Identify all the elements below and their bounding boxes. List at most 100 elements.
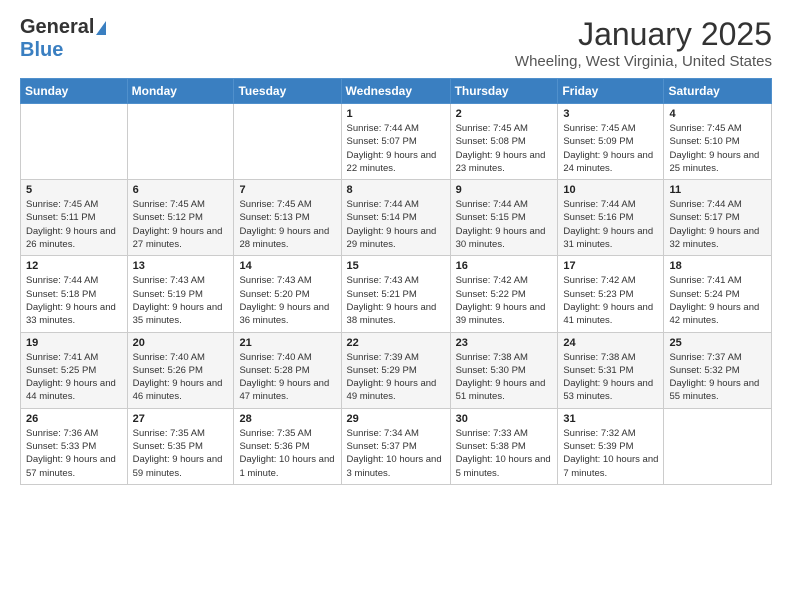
calendar-cell: 29 Sunrise: 7:34 AM Sunset: 5:37 PM Dayli… bbox=[341, 408, 450, 484]
weekday-header-wednesday: Wednesday bbox=[341, 79, 450, 104]
calendar-cell: 13 Sunrise: 7:43 AM Sunset: 5:19 PM Dayli… bbox=[127, 256, 234, 332]
day-info: Sunrise: 7:44 AM Sunset: 5:15 PM Dayligh… bbox=[456, 198, 553, 251]
day-number: 23 bbox=[456, 337, 553, 349]
logo-blue: Blue bbox=[20, 39, 63, 62]
day-info: Sunrise: 7:44 AM Sunset: 5:17 PM Dayligh… bbox=[669, 198, 766, 251]
weekday-header-row: SundayMondayTuesdayWednesdayThursdayFrid… bbox=[21, 79, 772, 104]
calendar-cell: 14Sunrise: 7:43 AM Sunset: 5:20 PM Dayli… bbox=[234, 256, 341, 332]
calendar-cell: 4Sunrise: 7:45 AM Sunset: 5:10 PM Daylig… bbox=[664, 104, 772, 180]
day-number: 31 bbox=[563, 413, 658, 425]
day-info: Sunrise: 7:42 AM Sunset: 5:23 PM Dayligh… bbox=[563, 274, 658, 327]
day-number: 11 bbox=[669, 184, 766, 196]
subtitle: Wheeling, West Virginia, United States bbox=[515, 53, 772, 70]
day-info: Sunrise: 7:32 AM Sunset: 5:39 PM Dayligh… bbox=[563, 427, 658, 480]
weekday-header-friday: Friday bbox=[558, 79, 664, 104]
calendar-cell: 24 Sunrise: 7:38 AM Sunset: 5:31 PM Dayli… bbox=[558, 332, 664, 408]
weekday-header-sunday: Sunday bbox=[21, 79, 128, 104]
calendar-cell bbox=[127, 104, 234, 180]
day-number: 5 bbox=[26, 184, 122, 196]
calendar-cell: 2 Sunrise: 7:45 AM Sunset: 5:08 PM Daylig… bbox=[450, 104, 558, 180]
header: General Blue January 2025 Wheeling, West… bbox=[20, 16, 772, 70]
day-info: Sunrise: 7:43 AM Sunset: 5:19 PM Dayligh… bbox=[133, 274, 229, 327]
day-number: 16 bbox=[456, 260, 553, 272]
day-info: Sunrise: 7:38 AM Sunset: 5:31 PM Dayligh… bbox=[563, 351, 658, 404]
calendar-cell: 1Sunrise: 7:44 AM Sunset: 5:07 PM Daylig… bbox=[341, 104, 450, 180]
week-row-4: 26Sunrise: 7:36 AM Sunset: 5:33 PM Dayli… bbox=[21, 408, 772, 484]
day-info: Sunrise: 7:45 AM Sunset: 5:13 PM Dayligh… bbox=[239, 198, 335, 251]
day-info: Sunrise: 7:45 AM Sunset: 5:12 PM Dayligh… bbox=[133, 198, 229, 251]
title-section: January 2025 Wheeling, West Virginia, Un… bbox=[515, 16, 772, 70]
day-number: 3 bbox=[563, 108, 658, 120]
day-number: 21 bbox=[239, 337, 335, 349]
calendar-cell: 30Sunrise: 7:33 AM Sunset: 5:38 PM Dayli… bbox=[450, 408, 558, 484]
logo: General Blue bbox=[20, 16, 106, 62]
day-number: 9 bbox=[456, 184, 553, 196]
calendar-cell: 10 Sunrise: 7:44 AM Sunset: 5:16 PM Dayli… bbox=[558, 180, 664, 256]
calendar-cell: 21Sunrise: 7:40 AM Sunset: 5:28 PM Dayli… bbox=[234, 332, 341, 408]
calendar-cell: 31 Sunrise: 7:32 AM Sunset: 5:39 PM Dayli… bbox=[558, 408, 664, 484]
main-title: January 2025 bbox=[515, 16, 772, 53]
logo-icon bbox=[96, 21, 106, 35]
day-info: Sunrise: 7:45 AM Sunset: 5:09 PM Dayligh… bbox=[563, 122, 658, 175]
day-number: 17 bbox=[563, 260, 658, 272]
calendar-cell: 20 Sunrise: 7:40 AM Sunset: 5:26 PM Dayli… bbox=[127, 332, 234, 408]
week-row-2: 12 Sunrise: 7:44 AM Sunset: 5:18 PM Dayli… bbox=[21, 256, 772, 332]
calendar-cell bbox=[21, 104, 128, 180]
day-info: Sunrise: 7:41 AM Sunset: 5:25 PM Dayligh… bbox=[26, 351, 122, 404]
day-number: 10 bbox=[563, 184, 658, 196]
logo-general: General bbox=[20, 16, 94, 39]
calendar-cell: 12 Sunrise: 7:44 AM Sunset: 5:18 PM Dayli… bbox=[21, 256, 128, 332]
day-number: 7 bbox=[239, 184, 335, 196]
day-info: Sunrise: 7:34 AM Sunset: 5:37 PM Dayligh… bbox=[347, 427, 445, 480]
calendar-cell: 5Sunrise: 7:45 AM Sunset: 5:11 PM Daylig… bbox=[21, 180, 128, 256]
day-number: 2 bbox=[456, 108, 553, 120]
week-row-1: 5Sunrise: 7:45 AM Sunset: 5:11 PM Daylig… bbox=[21, 180, 772, 256]
calendar-cell: 15Sunrise: 7:43 AM Sunset: 5:21 PM Dayli… bbox=[341, 256, 450, 332]
calendar-cell: 9 Sunrise: 7:44 AM Sunset: 5:15 PM Daylig… bbox=[450, 180, 558, 256]
day-number: 24 bbox=[563, 337, 658, 349]
calendar-cell bbox=[234, 104, 341, 180]
day-number: 19 bbox=[26, 337, 122, 349]
day-info: Sunrise: 7:39 AM Sunset: 5:29 PM Dayligh… bbox=[347, 351, 445, 404]
calendar: SundayMondayTuesdayWednesdayThursdayFrid… bbox=[20, 78, 772, 485]
weekday-header-monday: Monday bbox=[127, 79, 234, 104]
day-info: Sunrise: 7:35 AM Sunset: 5:36 PM Dayligh… bbox=[239, 427, 335, 480]
day-info: Sunrise: 7:45 AM Sunset: 5:08 PM Dayligh… bbox=[456, 122, 553, 175]
day-number: 22 bbox=[347, 337, 445, 349]
day-number: 6 bbox=[133, 184, 229, 196]
day-info: Sunrise: 7:44 AM Sunset: 5:16 PM Dayligh… bbox=[563, 198, 658, 251]
day-number: 28 bbox=[239, 413, 335, 425]
day-number: 20 bbox=[133, 337, 229, 349]
day-number: 25 bbox=[669, 337, 766, 349]
day-info: Sunrise: 7:42 AM Sunset: 5:22 PM Dayligh… bbox=[456, 274, 553, 327]
calendar-cell: 17 Sunrise: 7:42 AM Sunset: 5:23 PM Dayli… bbox=[558, 256, 664, 332]
calendar-cell: 18 Sunrise: 7:41 AM Sunset: 5:24 PM Dayli… bbox=[664, 256, 772, 332]
calendar-cell: 26Sunrise: 7:36 AM Sunset: 5:33 PM Dayli… bbox=[21, 408, 128, 484]
day-number: 12 bbox=[26, 260, 122, 272]
day-number: 4 bbox=[669, 108, 766, 120]
day-info: Sunrise: 7:44 AM Sunset: 5:07 PM Dayligh… bbox=[347, 122, 445, 175]
day-number: 29 bbox=[347, 413, 445, 425]
calendar-cell: 28 Sunrise: 7:35 AM Sunset: 5:36 PM Dayli… bbox=[234, 408, 341, 484]
calendar-cell: 23Sunrise: 7:38 AM Sunset: 5:30 PM Dayli… bbox=[450, 332, 558, 408]
weekday-header-tuesday: Tuesday bbox=[234, 79, 341, 104]
day-info: Sunrise: 7:37 AM Sunset: 5:32 PM Dayligh… bbox=[669, 351, 766, 404]
day-info: Sunrise: 7:40 AM Sunset: 5:26 PM Dayligh… bbox=[133, 351, 229, 404]
calendar-cell: 7 Sunrise: 7:45 AM Sunset: 5:13 PM Daylig… bbox=[234, 180, 341, 256]
day-info: Sunrise: 7:35 AM Sunset: 5:35 PM Dayligh… bbox=[133, 427, 229, 480]
weekday-header-saturday: Saturday bbox=[664, 79, 772, 104]
week-row-0: 1Sunrise: 7:44 AM Sunset: 5:07 PM Daylig… bbox=[21, 104, 772, 180]
day-number: 18 bbox=[669, 260, 766, 272]
calendar-cell: 25 Sunrise: 7:37 AM Sunset: 5:32 PM Dayli… bbox=[664, 332, 772, 408]
calendar-cell: 22 Sunrise: 7:39 AM Sunset: 5:29 PM Dayli… bbox=[341, 332, 450, 408]
calendar-cell bbox=[664, 408, 772, 484]
week-row-3: 19 Sunrise: 7:41 AM Sunset: 5:25 PM Dayli… bbox=[21, 332, 772, 408]
day-number: 8 bbox=[347, 184, 445, 196]
calendar-cell: 8Sunrise: 7:44 AM Sunset: 5:14 PM Daylig… bbox=[341, 180, 450, 256]
day-number: 30 bbox=[456, 413, 553, 425]
day-number: 27 bbox=[133, 413, 229, 425]
day-number: 26 bbox=[26, 413, 122, 425]
day-number: 13 bbox=[133, 260, 229, 272]
day-info: Sunrise: 7:41 AM Sunset: 5:24 PM Dayligh… bbox=[669, 274, 766, 327]
day-info: Sunrise: 7:44 AM Sunset: 5:18 PM Dayligh… bbox=[26, 274, 122, 327]
